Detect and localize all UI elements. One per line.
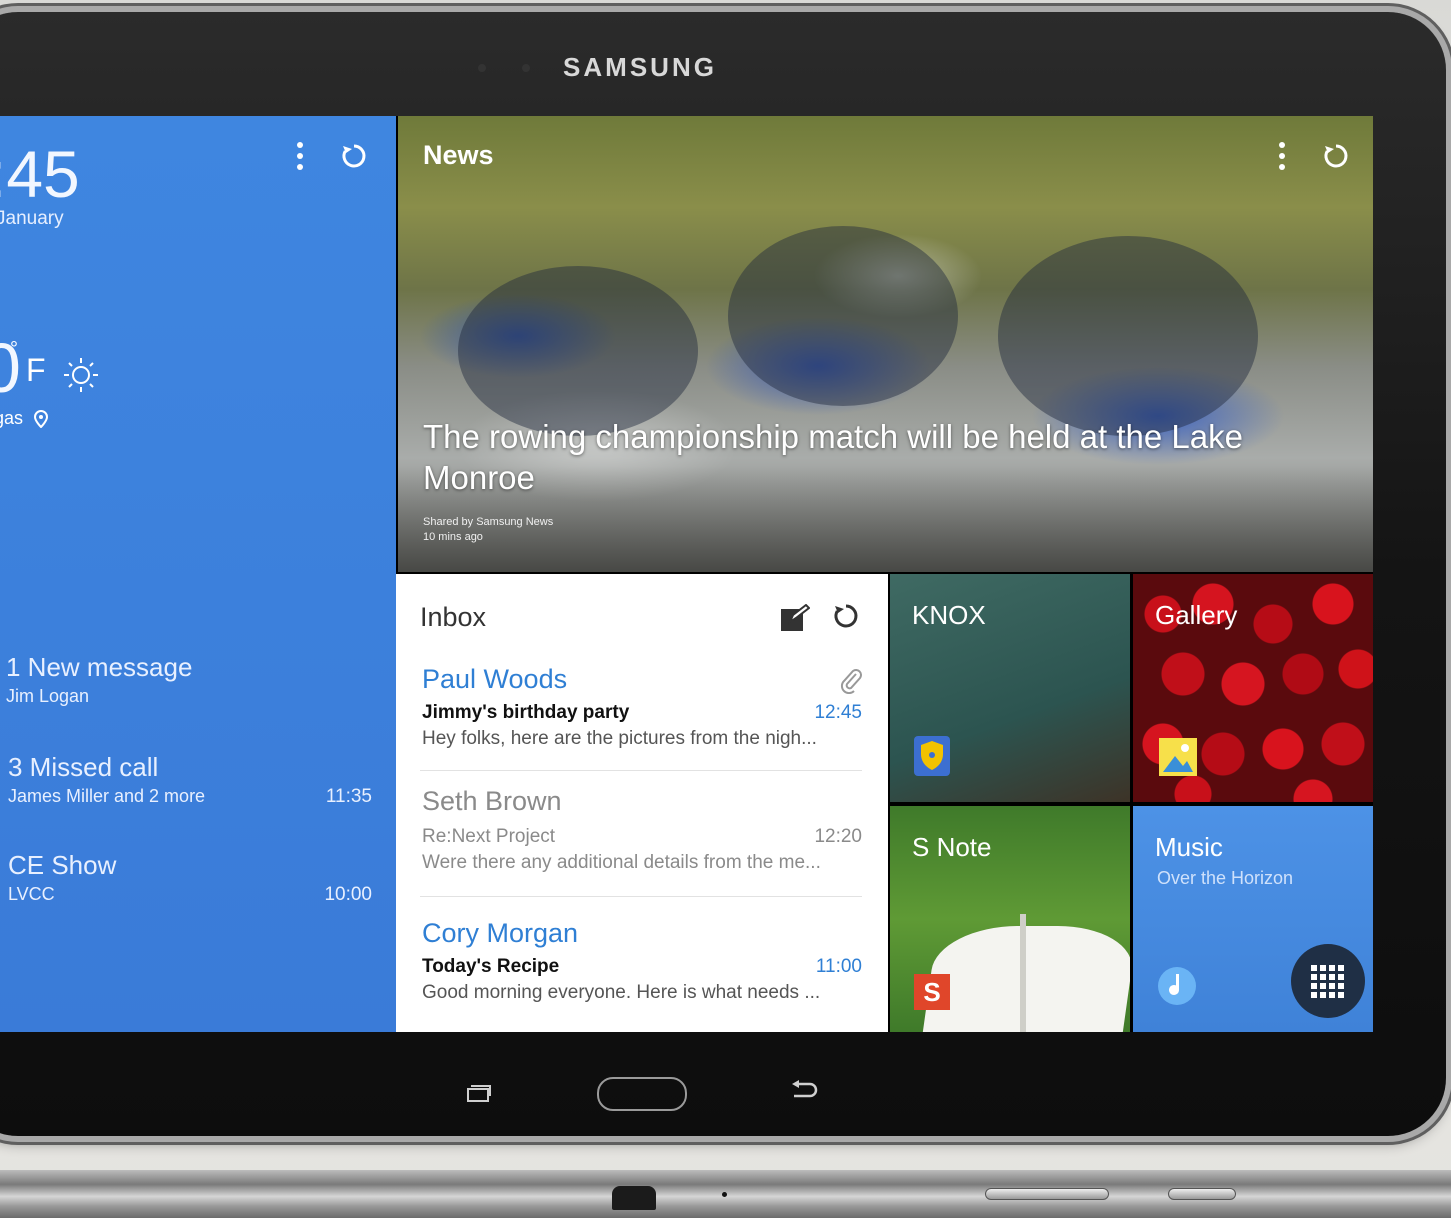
notification-title: 1 New message [6, 652, 193, 682]
refresh-icon[interactable] [340, 142, 368, 175]
message-subject: Today's Recipe [422, 956, 560, 977]
back-button[interactable] [790, 1078, 818, 1109]
message-time: 12:45 [814, 702, 862, 723]
compose-icon[interactable] [780, 603, 811, 637]
degree-icon: ° [10, 338, 18, 360]
clock-time: :45 [0, 137, 80, 211]
music-track: Over the Horizon [1157, 868, 1294, 888]
inbox-title: Inbox [420, 602, 487, 632]
notification-subtitle: James Miller and 2 more [8, 786, 206, 806]
apps-grid-icon [1311, 965, 1344, 998]
dock-led [722, 1192, 727, 1197]
message-preview: Good morning everyone. Here is what need… [422, 982, 821, 1003]
recent-apps-button[interactable] [466, 1084, 491, 1102]
news-title: News [423, 140, 494, 170]
notification-time: 11:35 [325, 786, 372, 807]
tile-label: S Note [912, 832, 992, 862]
location-pin-icon [33, 409, 49, 433]
notification-item[interactable]: 3 Missed call James Miller and 2 more 11… [8, 752, 372, 812]
message-time: 12:20 [814, 826, 862, 847]
more-options-icon[interactable] [1276, 140, 1288, 179]
clock-date: January [0, 208, 64, 229]
inbox-widget[interactable]: Inbox Paul Woods Jimmy's birthday party … [396, 574, 888, 1032]
more-options-icon[interactable] [294, 140, 306, 179]
message-row[interactable]: Paul Woods Jimmy's birthday party 12:45 … [422, 664, 862, 760]
music-note-icon [1157, 966, 1197, 1011]
notification-subtitle: Jim Logan [6, 686, 90, 706]
snote-app-icon: S [914, 974, 950, 1010]
refresh-icon[interactable] [1322, 142, 1350, 175]
screen: :45 January 0 ° F gas 1 New message Jim … [0, 116, 1373, 1032]
news-age: 10 mins ago [423, 531, 483, 543]
news-headline[interactable]: The rowing championship match will be he… [423, 416, 1283, 498]
snote-tile[interactable]: S Note S [890, 806, 1130, 1032]
message-subject: Re:Next Project [422, 826, 556, 847]
divider [420, 896, 862, 897]
notification-item[interactable]: CE Show LVCC 10:00 [8, 850, 372, 910]
tile-label: Gallery [1155, 600, 1238, 630]
message-row[interactable]: Seth Brown Re:Next Project 12:20 Were th… [422, 786, 862, 882]
attachment-icon [840, 668, 862, 699]
message-time: 11:00 [815, 956, 862, 977]
divider [420, 770, 862, 771]
message-preview: Hey folks, here are the pictures from th… [422, 728, 817, 749]
news-source-label: Shared by Samsung News [423, 516, 554, 528]
power-button [1168, 1188, 1236, 1200]
notification-time: 10:00 [324, 884, 372, 905]
sunny-icon [62, 356, 100, 399]
weather-city: gas [0, 408, 24, 428]
notification-title: 3 Missed call [8, 752, 159, 782]
home-button[interactable] [597, 1077, 687, 1111]
notification-item[interactable]: 1 New message Jim Logan [6, 652, 376, 712]
notification-title: CE Show [8, 850, 117, 880]
tile-label: Music [1155, 832, 1223, 862]
volume-button [985, 1188, 1109, 1200]
refresh-icon[interactable] [832, 602, 860, 635]
magazine-panel[interactable]: :45 January 0 ° F gas 1 New message Jim … [0, 116, 396, 1032]
brand-logo: SAMSUNG [563, 52, 717, 82]
music-tile[interactable]: Music Over the Horizon [1133, 806, 1373, 1032]
notification-subtitle: LVCC [8, 884, 55, 904]
back-icon [792, 1080, 818, 1098]
knox-tile[interactable]: KNOX [890, 574, 1130, 802]
knox-shield-icon [914, 736, 950, 781]
tile-label: KNOX [912, 600, 986, 630]
gallery-icon [1159, 738, 1197, 781]
front-camera-icon [522, 64, 530, 72]
apps-grid-button[interactable] [1291, 944, 1365, 1018]
message-subject: Jimmy's birthday party [422, 702, 630, 723]
message-sender: Paul Woods [422, 664, 568, 694]
gallery-tile[interactable]: Gallery [1133, 574, 1373, 802]
message-sender: Seth Brown [422, 786, 562, 816]
temperature-unit: F [26, 352, 46, 388]
message-sender: Cory Morgan [422, 918, 579, 948]
recent-apps-icon [467, 1085, 491, 1102]
message-row[interactable]: Cory Morgan Today's Recipe 11:00 Good mo… [422, 918, 862, 1014]
news-widget[interactable]: News The rowing championship match will … [398, 116, 1373, 572]
dock-connector [612, 1186, 656, 1210]
sensor-icon [478, 64, 486, 72]
message-preview: Were there any additional details from t… [422, 852, 821, 873]
news-source: Shared by Samsung News 10 mins ago [423, 515, 553, 545]
